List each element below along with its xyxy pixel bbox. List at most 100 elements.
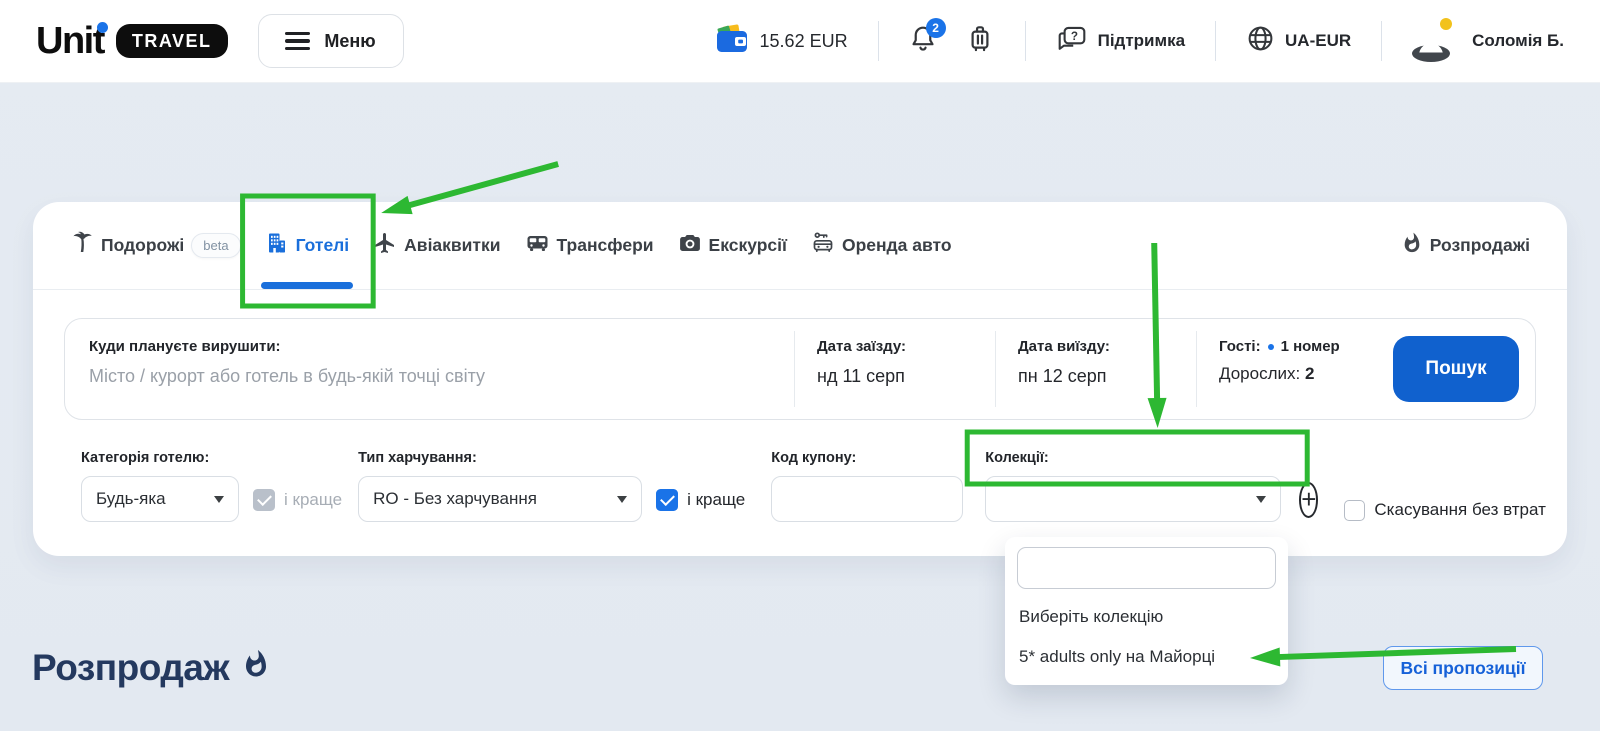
wallet-balance-value: 15.62 EUR [760,31,848,52]
guests-label: Гості: [1219,338,1261,355]
notifications-count-badge: 2 [926,18,946,38]
flame-icon [241,647,271,689]
meal-and-better-checkbox[interactable]: і краще [656,477,745,523]
free-cancellation-checkbox[interactable]: Скасування без втрат [1344,487,1545,533]
header-divider [1025,21,1026,61]
category-value: Будь-яка [96,489,166,509]
wallet-balance[interactable]: 15.62 EUR [716,24,848,59]
bell-icon [909,41,937,58]
status-dot [1440,18,1452,30]
building-icon [265,231,289,260]
checkbox-checked-gray [253,489,275,511]
collections-label: Колекції: [985,450,1281,466]
guests-rooms-value: 1 номер [1281,338,1340,355]
add-collection-button[interactable] [1299,482,1318,518]
meal-better-label: і краще [687,490,745,510]
checkin-value: нд 11 серп [817,366,973,387]
tab-trips[interactable]: Подорожі beta [70,202,241,289]
tab-car-rental-label: Оренда авто [842,235,952,256]
adults-value: 2 [1305,364,1314,383]
palm-icon [70,231,94,260]
tab-flights[interactable]: Авіаквитки [373,202,500,289]
sales-section: Розпродаж Всі пропозиції [32,646,1543,690]
adults-label: Дорослих: [1219,364,1300,383]
tab-excursions[interactable]: Екскурсії [678,202,787,289]
user-name: Соломія Б. [1472,31,1564,51]
checkin-date-field[interactable]: Дата заїзду: нд 11 серп [795,319,995,419]
hamburger-icon [285,32,310,51]
menu-button-label: Меню [324,31,375,52]
tab-trips-label: Подорожі [101,235,184,256]
bus-icon [525,231,550,260]
meal-value: RO - Без харчування [373,489,537,509]
chevron-down-icon [617,496,627,503]
coupon-label: Код купону: [771,450,963,466]
sales-title-text: Розпродаж [32,647,229,689]
support-button[interactable]: ? Підтримка [1056,24,1185,59]
all-offers-button[interactable]: Всі пропозиції [1383,646,1543,690]
trips-button[interactable] [965,23,995,60]
category-select[interactable]: Будь-яка [81,476,239,522]
chevron-down-icon [1256,496,1266,503]
car-key-icon [811,231,835,260]
destination-input[interactable] [89,366,770,387]
collections-search-input[interactable] [1017,547,1276,589]
brand-name: Unit [36,22,104,60]
chat-question-icon: ? [1056,24,1088,59]
camera-icon [678,231,702,260]
collections-select[interactable] [985,476,1281,522]
app-header: Unit TRAVEL Меню 15.62 EUR [0,0,1600,83]
sales-title: Розпродаж [32,647,271,689]
booking-search-card: Подорожі beta Готелі [33,202,1567,556]
wallet-icon [716,24,750,59]
luggage-icon [965,42,995,59]
plane-icon [373,231,397,260]
category-label: Категорія готелю: [81,450,239,466]
avatar [1412,20,1450,63]
destination-label: Куди плануєте вирушити: [89,338,770,355]
user-account-button[interactable]: Соломія Б. [1412,20,1564,63]
flame-icon [1401,231,1423,260]
category-better-label: і краще [284,490,342,510]
dot-separator [1268,344,1274,350]
coupon-input[interactable] [782,477,952,521]
category-and-better-checkbox[interactable]: і краще [253,477,342,523]
support-label: Підтримка [1098,31,1185,51]
annotation-arrow-hotels-tab [404,164,558,207]
header-divider [878,21,879,61]
tab-sales[interactable]: Розпродажі [1401,202,1530,289]
hotel-search-bar: Куди плануєте вирушити: Дата заїзду: нд … [64,318,1536,420]
tab-sales-label: Розпродажі [1430,235,1530,256]
tab-flights-label: Авіаквитки [404,235,500,256]
beta-badge: beta [191,233,240,258]
destination-field[interactable]: Куди плануєте вирушити: [65,319,794,419]
tab-excursions-label: Екскурсії [709,235,787,256]
checkout-value: пн 12 серп [1018,366,1174,387]
meal-label: Тип харчування: [358,450,642,466]
checkout-date-field[interactable]: Дата виїзду: пн 12 серп [996,319,1196,419]
brand-badge: TRAVEL [116,24,228,58]
meal-select[interactable]: RO - Без харчування [358,476,642,522]
tab-transfers[interactable]: Трансфери [525,202,654,289]
checkbox-unchecked [1344,500,1365,521]
locale-currency-selector[interactable]: UA-EUR [1246,24,1351,58]
notifications-button[interactable]: 2 [909,24,937,59]
header-divider [1215,21,1216,61]
tab-hotels[interactable]: Готелі [265,202,350,289]
locale-label: UA-EUR [1285,31,1351,51]
tab-hotels-label: Готелі [296,235,350,256]
search-button[interactable]: Пошук [1393,336,1519,402]
collection-option-0[interactable]: Виберіть колекцію [1005,597,1288,637]
free-cancellation-label: Скасування без втрат [1374,500,1545,520]
menu-button[interactable]: Меню [258,14,404,68]
header-divider [1381,21,1382,61]
chevron-down-icon [214,496,224,503]
svg-text:?: ? [1070,30,1077,43]
checkbox-checked-blue [656,489,678,511]
tab-car-rental[interactable]: Оренда авто [811,202,952,289]
checkout-label: Дата виїзду: [1018,338,1174,355]
checkin-label: Дата заїзду: [817,338,973,355]
globe-icon [1246,24,1275,58]
brand-logo[interactable]: Unit TRAVEL [36,22,228,60]
tab-transfers-label: Трансфери [557,235,654,256]
